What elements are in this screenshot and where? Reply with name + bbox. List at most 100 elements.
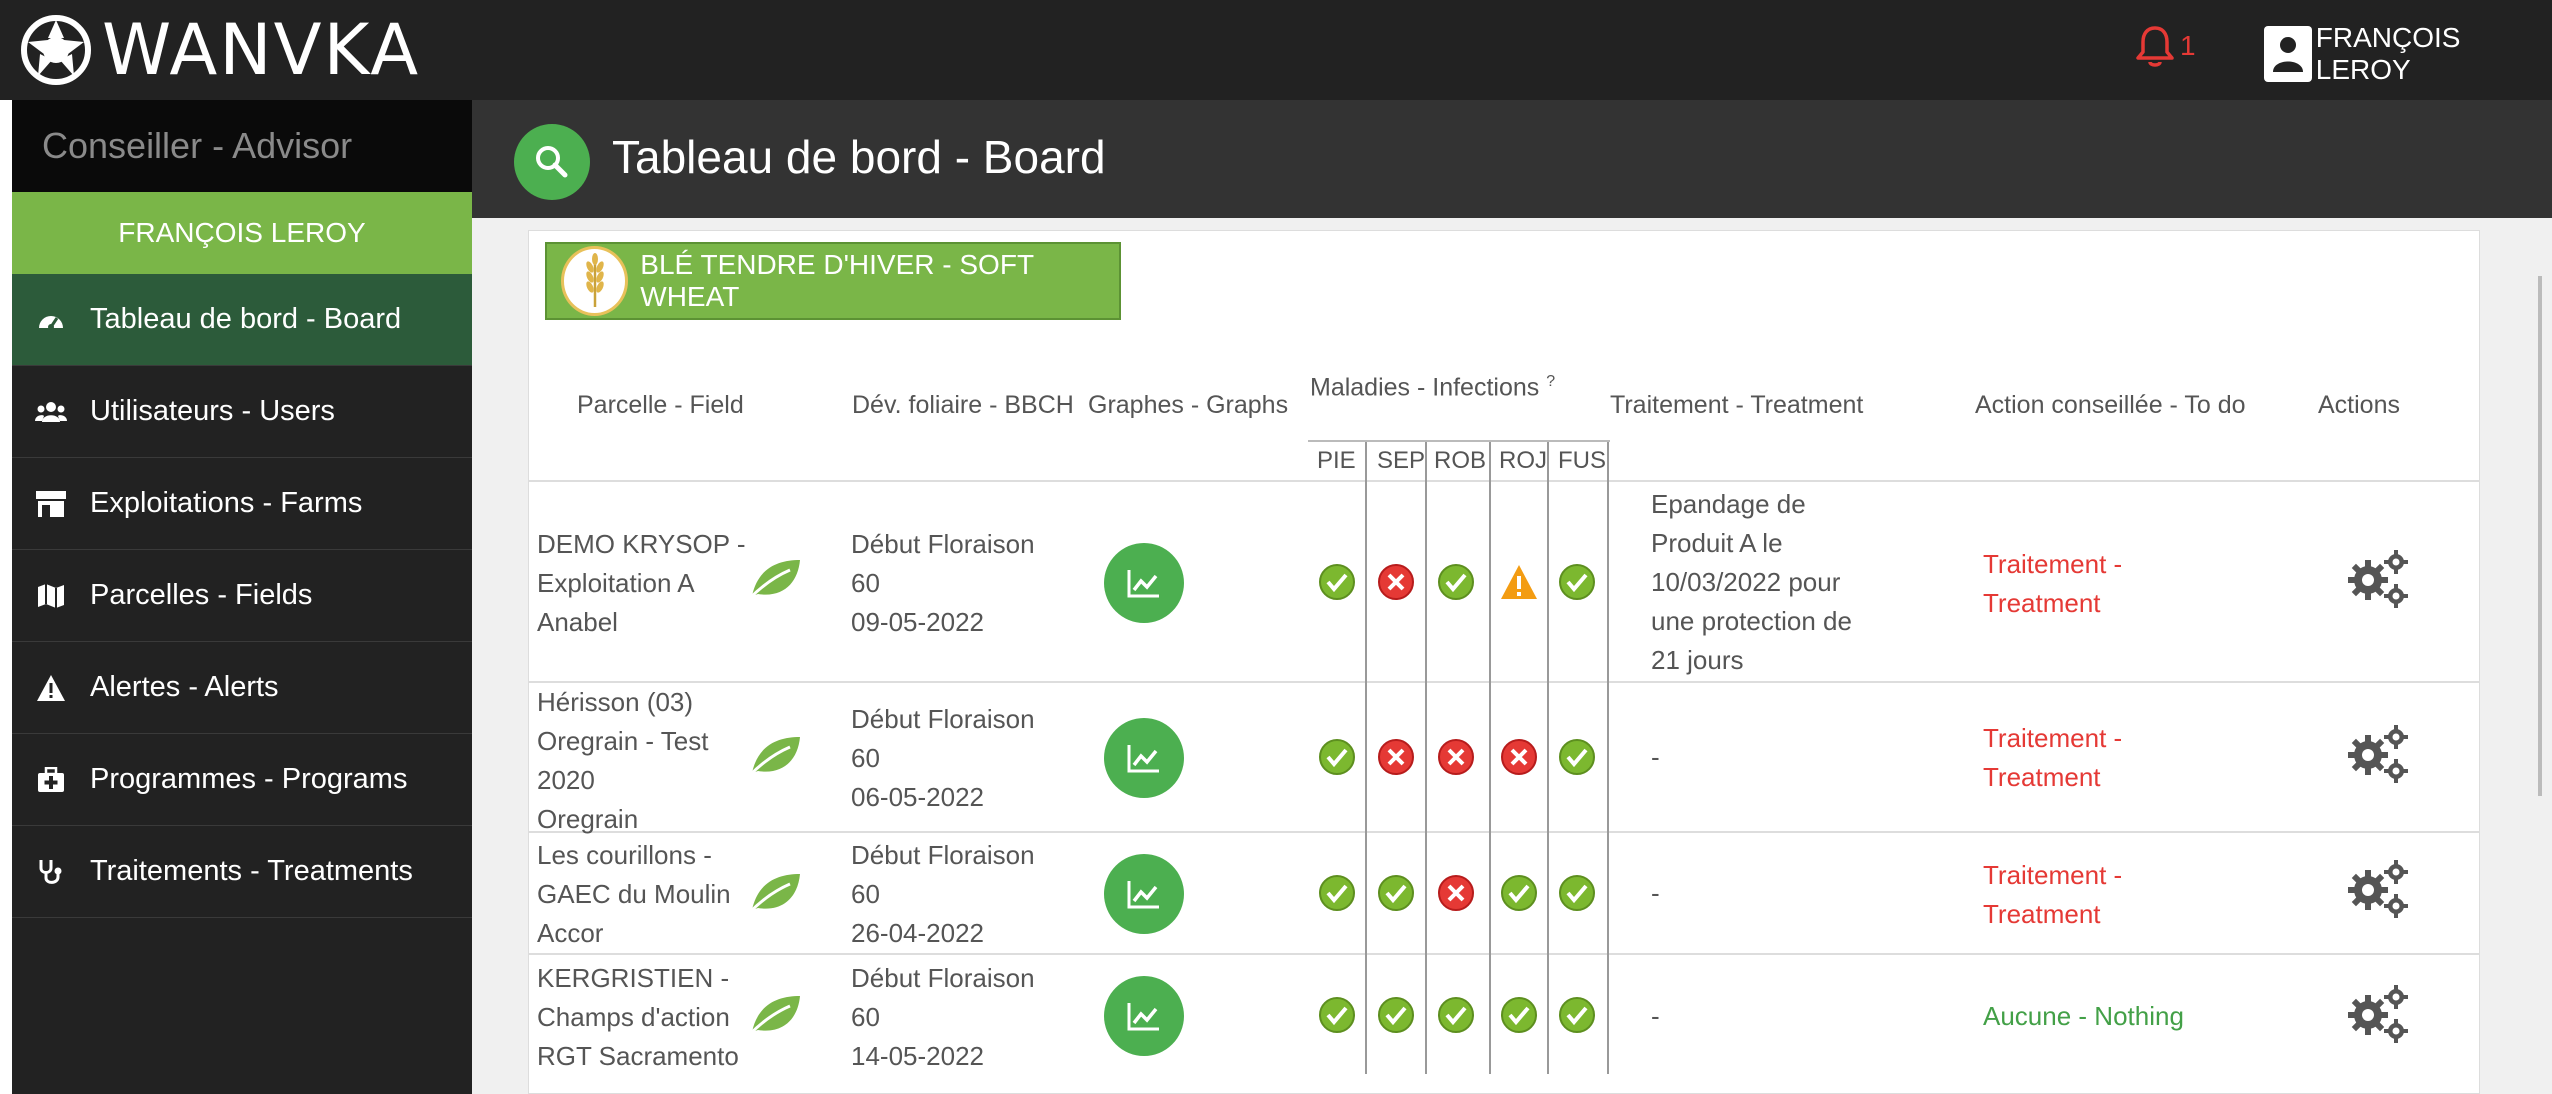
status-bad-icon [1501, 739, 1537, 775]
field-name-line: Exploitation A [537, 568, 695, 598]
table-row-field[interactable]: Les courillons - GAEC du Moulin Accor [537, 836, 731, 953]
leaf-icon[interactable] [748, 556, 802, 600]
status-ok-icon [1378, 997, 1414, 1033]
users-icon [34, 395, 68, 429]
sidebar-item-treatments[interactable]: Traitements - Treatments [12, 826, 472, 918]
sidebar-item-label: Programmes - Programs [90, 763, 408, 795]
sidebar-item-fields[interactable]: Parcelles - Fields [12, 550, 472, 642]
graph-button[interactable] [1104, 976, 1184, 1056]
header-diseases: Maladies - Infections ? [1310, 373, 1555, 402]
notifications-button[interactable]: 1 [2134, 24, 2196, 68]
sidebar: Conseiller - Advisor FRANÇOIS LEROY Tabl… [12, 100, 472, 1094]
sidebar-item-label: Traitements - Treatments [90, 855, 413, 887]
field-name-line: KERGRISTIEN - [537, 963, 730, 993]
board-card [528, 230, 2480, 1094]
treatment-line: 21 jours [1651, 645, 1744, 675]
status-bad-icon [1378, 739, 1414, 775]
status-ok-icon [1319, 997, 1355, 1033]
status-ok-icon [1319, 739, 1355, 775]
gears-icon[interactable] [2346, 858, 2412, 920]
field-name-line: RGT Sacramento [537, 1041, 739, 1071]
bbch-date: 26-04-2022 [851, 918, 984, 948]
divider [1425, 442, 1427, 1074]
sidebar-item-alerts[interactable]: Alertes - Alerts [12, 642, 472, 734]
table-row-field[interactable]: Hérisson (03) Oregrain - Test 2020 Oregr… [537, 683, 708, 839]
user-icon [2264, 26, 2312, 82]
bbch-stage: Début Floraison [851, 963, 1035, 993]
field-name-line: Champs d'action [537, 1002, 730, 1032]
bbch-date: 06-05-2022 [851, 782, 984, 812]
help-icon[interactable]: ? [1546, 373, 1555, 390]
todo-line: Traitement - [1983, 549, 2123, 579]
table-row-treatment: - [1651, 1001, 1660, 1031]
bbch-value: 60 [851, 568, 880, 598]
dashboard-icon [34, 303, 68, 337]
todo-line: Traitement - [1983, 723, 2123, 753]
search-button[interactable] [514, 124, 590, 200]
todo-line: Traitement - [1983, 860, 2123, 890]
disease-code-fus: FUS [1558, 447, 1606, 474]
todo-line: Treatment [1983, 588, 2101, 618]
status-ok-icon [1501, 997, 1537, 1033]
gears-icon[interactable] [2346, 548, 2412, 610]
divider [1489, 442, 1491, 1074]
user-name: FRANÇOIS LEROY [2315, 22, 2461, 85]
table-row-bbch: Début Floraison 60 09-05-2022 [851, 525, 1035, 642]
status-ok-icon [1319, 875, 1355, 911]
field-name-line: 2020 [537, 765, 595, 795]
sidebar-item-label: Tableau de bord - Board [90, 303, 402, 335]
leaf-icon[interactable] [748, 870, 802, 914]
scrollbar[interactable] [2538, 276, 2542, 796]
table-row-bbch: Début Floraison 60 14-05-2022 [851, 959, 1035, 1076]
crop-selector-button[interactable]: BLÉ TENDRE D'HIVER - SOFT WHEAT [545, 242, 1121, 320]
graph-button[interactable] [1104, 543, 1184, 623]
todo-line: Treatment [1983, 899, 2101, 929]
status-warning-icon [1501, 565, 1537, 599]
sidebar-item-label: Exploitations - Farms [90, 487, 363, 519]
divider [1365, 442, 1367, 1074]
status-ok-icon [1559, 997, 1595, 1033]
notification-count: 1 [2180, 30, 2196, 61]
sidebar-item-farms[interactable]: Exploitations - Farms [12, 458, 472, 550]
header-treatment: Traitement - Treatment [1610, 391, 1864, 419]
divider [528, 480, 2480, 482]
graph-button[interactable] [1104, 718, 1184, 798]
gears-icon[interactable] [2346, 723, 2412, 785]
table-row-treatment: - [1651, 742, 1660, 772]
sidebar-item-programs[interactable]: Programmes - Programs [12, 734, 472, 826]
divider [528, 831, 2480, 833]
bbch-stage: Début Floraison [851, 704, 1035, 734]
disease-code-sep: SEP [1377, 447, 1426, 474]
disease-code-rob: ROB [1434, 447, 1487, 474]
sidebar-item-users[interactable]: Utilisateurs - Users [12, 366, 472, 458]
user-menu[interactable]: FRANÇOIS LEROY [2264, 22, 2552, 86]
gears-icon[interactable] [2346, 983, 2412, 1045]
todo-action: Traitement - Treatment [1983, 856, 2122, 934]
header-graphs: Graphes - Graphs [1088, 391, 1289, 419]
leaf-icon[interactable] [748, 733, 802, 777]
graph-button[interactable] [1104, 854, 1184, 934]
todo-action: Aucune - Nothing [1983, 1001, 2184, 1031]
medkit-icon [34, 763, 68, 797]
status-bad-icon [1438, 739, 1474, 775]
sidebar-item-board[interactable]: Tableau de bord - Board [12, 274, 472, 366]
logo[interactable]: WANVKA [20, 9, 420, 91]
divider [1607, 442, 1609, 1074]
divider [1547, 442, 1549, 1074]
status-bad-icon [1378, 564, 1414, 600]
leaf-icon[interactable] [748, 992, 802, 1036]
table-row-field[interactable]: KERGRISTIEN - Champs d'action RGT Sacram… [537, 959, 739, 1076]
status-ok-icon [1438, 997, 1474, 1033]
page-title: Tableau de bord - Board [612, 131, 1106, 183]
bbch-date: 09-05-2022 [851, 607, 984, 637]
todo-action: Traitement - Treatment [1983, 545, 2122, 623]
field-name-line: GAEC du Moulin [537, 879, 731, 909]
status-ok-icon [1378, 875, 1414, 911]
table-row-field[interactable]: DEMO KRYSOP - Exploitation A Anabel [537, 525, 746, 642]
status-ok-icon [1559, 739, 1595, 775]
field-name-line: Oregrain - Test [537, 726, 709, 756]
field-name-line: Oregrain [537, 804, 639, 834]
sidebar-item-label: Parcelles - Fields [90, 579, 313, 611]
table-row-treatment: - [1651, 878, 1660, 908]
treatment-line: 10/03/2022 pour [1651, 567, 1841, 597]
